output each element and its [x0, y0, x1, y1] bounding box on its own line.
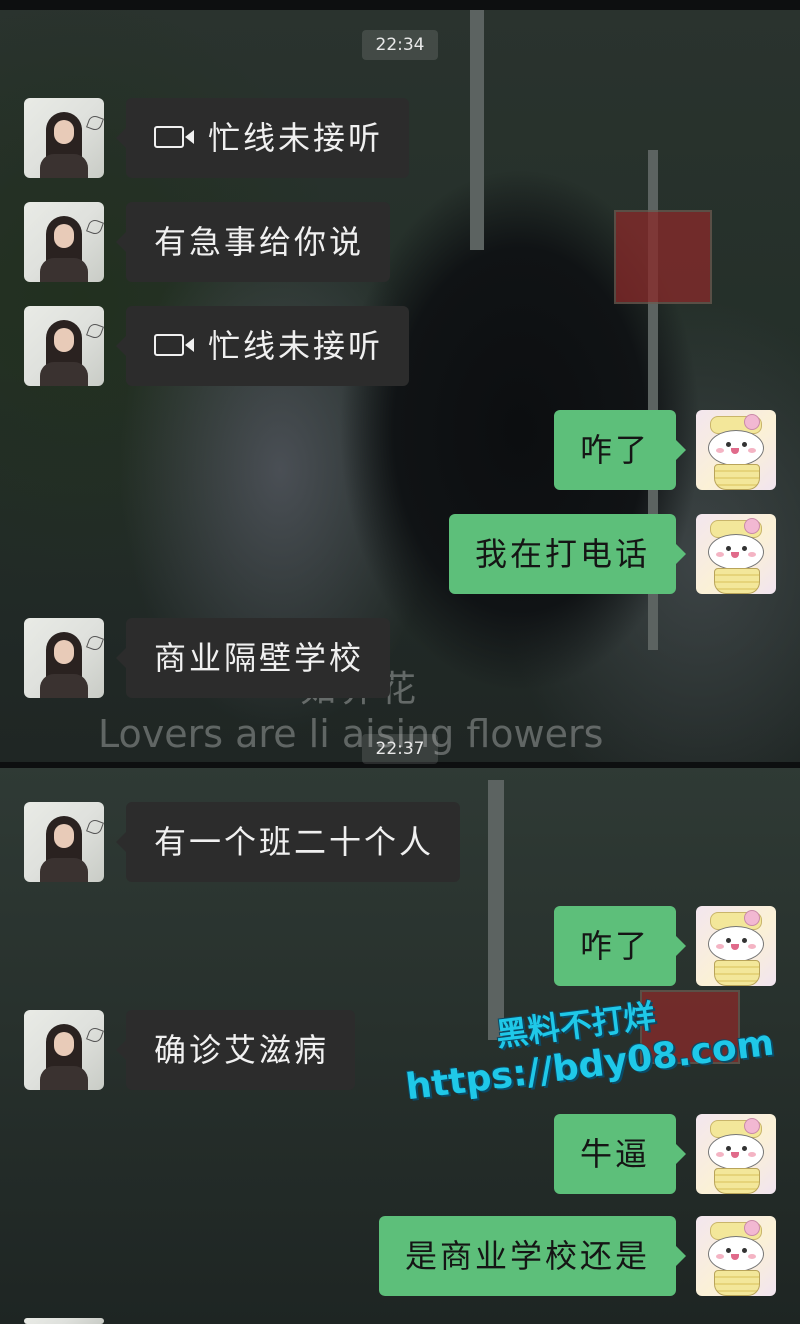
contact-avatar[interactable] — [24, 98, 104, 178]
contact-avatar[interactable] — [24, 1010, 104, 1090]
message-text: 有急事给你说 — [154, 223, 365, 261]
message-bubble-outgoing[interactable]: 咋了 — [553, 410, 687, 490]
message-video-call[interactable]: 忙线未接听 — [115, 98, 410, 178]
message-text: 牛逼 — [579, 1135, 650, 1173]
message-text: 忙线未接听 — [208, 327, 384, 365]
message-text: 有一个班二十个人 — [154, 823, 435, 861]
my-avatar[interactable] — [696, 1216, 776, 1296]
contact-avatar[interactable] — [24, 1318, 104, 1324]
message-video-call[interactable]: 忙线未接听 — [115, 306, 410, 386]
my-avatar[interactable] — [696, 514, 776, 594]
message-text: 咋了 — [579, 431, 650, 469]
message-text: 是商业学校还是 — [404, 1237, 650, 1275]
message-bubble[interactable]: 有急事给你说 — [115, 202, 391, 282]
message-bubble-outgoing[interactable]: 我在打电话 — [448, 514, 687, 594]
timestamp: 22:34 — [362, 30, 438, 60]
message-bubble[interactable]: 确诊艾滋病 — [115, 1010, 356, 1090]
street-pole — [470, 10, 484, 250]
contact-avatar[interactable] — [24, 306, 104, 386]
contact-avatar[interactable] — [24, 202, 104, 282]
message-bubble[interactable]: 有一个班二十个人 — [115, 802, 461, 882]
street-pole — [488, 780, 504, 1040]
video-camera-icon — [154, 126, 194, 148]
timestamp: 22:37 — [362, 734, 438, 764]
message-text: 确诊艾滋病 — [154, 1031, 330, 1069]
contact-avatar[interactable] — [24, 618, 104, 698]
message-text: 我在打电话 — [474, 535, 650, 573]
message-bubble-outgoing[interactable]: 咋了 — [553, 906, 687, 986]
my-avatar[interactable] — [696, 410, 776, 490]
message-text: 咋了 — [579, 927, 650, 965]
message-bubble[interactable]: 商业隔壁学校 — [115, 618, 391, 698]
message-text: 忙线未接听 — [208, 119, 384, 157]
message-text: 商业隔壁学校 — [154, 639, 365, 677]
message-bubble-outgoing[interactable]: 是商业学校还是 — [378, 1216, 687, 1296]
my-avatar[interactable] — [696, 1114, 776, 1194]
street-banner — [614, 210, 712, 304]
message-bubble-outgoing[interactable]: 牛逼 — [553, 1114, 687, 1194]
video-camera-icon — [154, 334, 194, 356]
video-subtitle-en: Lovers are li aising flowers — [98, 712, 604, 756]
contact-avatar[interactable] — [24, 802, 104, 882]
my-avatar[interactable] — [696, 906, 776, 986]
top-edge — [0, 0, 800, 10]
